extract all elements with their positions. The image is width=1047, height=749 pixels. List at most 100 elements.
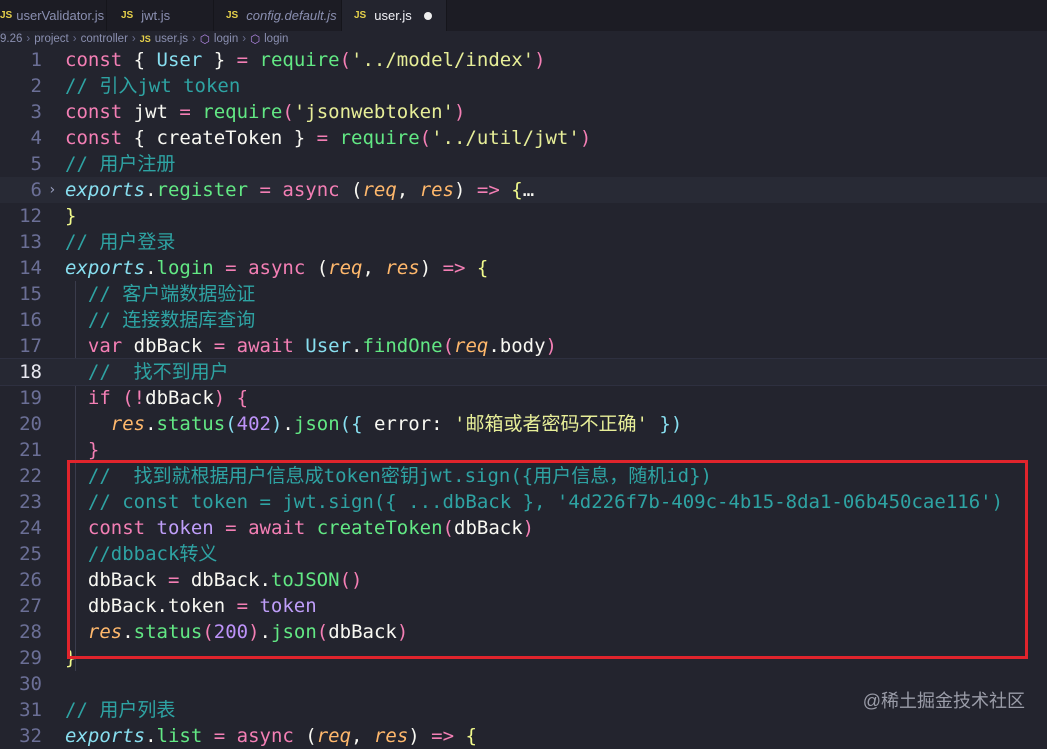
symbol-method-icon: ⬡ [250, 34, 261, 46]
breadcrumb-item[interactable]: 9.26 [0, 33, 22, 45]
unsaved-dot-icon[interactable] [424, 11, 432, 20]
code-token: req [454, 335, 489, 357]
code-token: // 用户登录 [65, 231, 176, 253]
code-text: exports.login = async (req, res) => { [65, 255, 488, 281]
code-line[interactable]: 18 // 找不到用户 [0, 358, 1047, 386]
watermark: @稀土掘金技术社区 [862, 691, 1025, 711]
code-token: . [351, 335, 363, 357]
tab-user-js[interactable]: JS user.js [342, 0, 447, 31]
tab-label: user.js [374, 8, 412, 23]
line-number: 14 [19, 257, 42, 279]
code-text: var dbBack = await User.findOne(req.body… [65, 333, 557, 359]
code-token: ( [225, 413, 237, 435]
code-text: exports.list = async (req, res) => { [65, 723, 477, 749]
breadcrumb: 9.26 › project › controller › JS user.js › ⬡ login… [0, 31, 288, 47]
code-token: await [236, 335, 306, 357]
code-line[interactable]: 3 const jwt = require('jsonwebtoken') [0, 99, 1047, 125]
editor-tab-bar: JS userValidator.js JS jwt.js JS config.defau… [0, 0, 1047, 31]
fold-chevron-icon[interactable]: › [48, 177, 56, 203]
code-token: ) [545, 335, 557, 357]
code-token: , [351, 725, 374, 747]
breadcrumb-item[interactable]: controller [81, 33, 128, 45]
code-token: login [156, 257, 214, 279]
chevron-right-icon: › [72, 33, 77, 45]
code-line[interactable]: 14 exports.login = async (req, res) => { [0, 255, 1047, 281]
tab-label: userValidator.js [16, 8, 105, 23]
breadcrumb-item[interactable]: user.js [155, 33, 188, 45]
code-token: ) [419, 257, 443, 279]
code-line[interactable]: 15 // 客户端数据验证 [0, 281, 1047, 307]
breadcrumb-item[interactable]: project [34, 33, 69, 45]
code-token: // 用户列表 [65, 699, 176, 721]
tab-config-default-js[interactable]: JS config.default.js [214, 0, 342, 31]
code-line[interactable]: 1 const { User } = require('../model/inde… [0, 47, 1047, 73]
chevron-right-icon: › [192, 33, 196, 45]
code-line[interactable]: 13 // 用户登录 [0, 229, 1047, 255]
code-line[interactable]: 32 exports.list = async (req, res) => { [0, 723, 1047, 749]
code-token: req [328, 257, 363, 279]
code-token: exports [65, 257, 146, 279]
code-text: // 客户端数据验证 [65, 281, 255, 307]
code-line[interactable]: 2 // 引入jwt token [0, 73, 1047, 99]
line-number: 5 [30, 153, 42, 175]
code-token: res [373, 725, 409, 747]
code-token: '../util/jwt' [431, 127, 580, 149]
tab-jwt-js[interactable]: JS jwt.js [107, 0, 214, 31]
breadcrumb-item[interactable]: login [214, 33, 238, 45]
code-token: { [133, 49, 157, 71]
line-number: 13 [19, 231, 42, 253]
code-line[interactable]: 6 › exports.register = async (req, res) =>… [0, 177, 1047, 203]
code-token: 402 [236, 413, 271, 435]
line-number: 28 [19, 621, 42, 643]
code-token: list [156, 725, 203, 747]
code-token: ( [351, 179, 363, 201]
breadcrumb-item[interactable]: login [264, 33, 288, 45]
code-token: async [248, 257, 317, 279]
code-line[interactable]: 5 // 用户注册 [0, 151, 1047, 177]
code-token: ( [282, 101, 294, 123]
line-number: 1 [30, 49, 42, 71]
line-number: 21 [19, 439, 42, 461]
code-text: // 连接数据库查询 [65, 307, 255, 333]
code-token: dbBack [133, 335, 214, 357]
code-token: async [236, 725, 306, 747]
line-number: 24 [19, 517, 42, 539]
tab-userValidator-js[interactable]: JS userValidator.js [0, 0, 107, 31]
code-token: require [202, 101, 283, 123]
code-line[interactable]: 20 res.status(402).json({ error: '邮箱或者密码… [0, 411, 1047, 437]
code-token: ) [213, 387, 226, 409]
line-number: 25 [19, 543, 42, 565]
code-token: 'jsonwebtoken' [293, 101, 454, 123]
highlight-annotation-box [67, 460, 1028, 659]
code-token: // 用户注册 [65, 153, 176, 175]
code-text: // 用户登录 [65, 229, 175, 255]
line-number: 20 [19, 413, 42, 435]
code-token: = [236, 49, 260, 71]
line-number: 6 [30, 179, 42, 201]
code-token: res [110, 413, 146, 435]
code-token: jwt [133, 101, 180, 123]
tab-label: config.default.js [246, 8, 337, 23]
code-line[interactable]: 16 // 连接数据库查询 [0, 307, 1047, 333]
code-line[interactable]: 4 const { createToken } = require('../uti… [0, 125, 1047, 151]
code-text: const jwt = require('jsonwebtoken') [65, 99, 465, 125]
code-text: // 用户注册 [65, 151, 175, 177]
code-text: exports.register = async (req, res) => {… [65, 177, 534, 203]
code-line[interactable]: 17 var dbBack = await User.findOne(req.b… [0, 333, 1047, 359]
code-token: ( [419, 127, 432, 149]
code-line[interactable]: 19 if (!dbBack) { [0, 385, 1047, 411]
chevron-right-icon: › [242, 33, 247, 45]
code-token: register [156, 179, 249, 201]
line-number: 17 [19, 335, 42, 357]
code-token: . [145, 413, 157, 435]
code-token: async [282, 179, 352, 201]
code-line[interactable]: 12} [0, 203, 1047, 229]
code-token: , [396, 179, 420, 201]
code-token: … [522, 179, 535, 201]
code-token: . [282, 413, 294, 435]
